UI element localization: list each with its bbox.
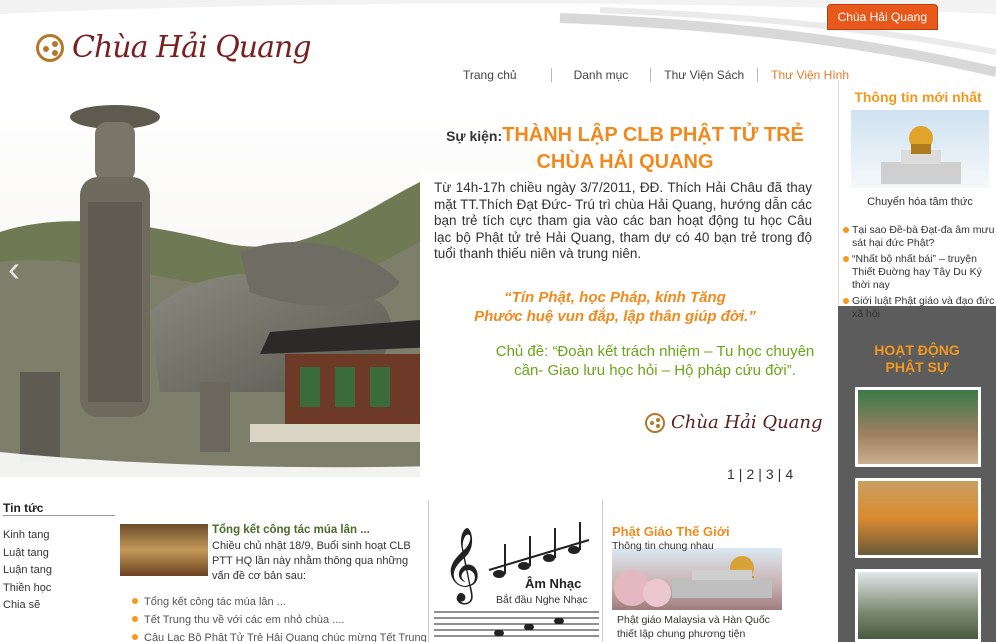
pager-item[interactable]: 2	[746, 466, 755, 482]
world-buddhism-image	[612, 548, 782, 610]
news-heading: Tin tức	[3, 501, 44, 515]
event-panel: Sự kiện:THÀNH LẬP CLB PHẬT TỬ TRẺ CHÙA H…	[425, 122, 825, 379]
main-nav: Trang chủ Danh mục Thư Viện Sách Thư Việ…	[445, 68, 862, 82]
event-title[interactable]: Sự kiện:THÀNH LẬP CLB PHẬT TỬ TRẺ CHÙA H…	[425, 122, 825, 175]
logo-icon	[36, 33, 64, 62]
featured-news-body: Chiều chủ nhật 18/9, Buổi sinh hoạt CLB …	[212, 540, 411, 582]
music-panel[interactable]: 𝄞 Âm Nhạc Bắt đầu Nghe Nhạc	[428, 500, 603, 642]
signature: Chùa Hải Quang	[645, 412, 823, 433]
latest-news-heading: Thông tin mới nhất	[854, 89, 982, 105]
nav-item-danh-muc[interactable]: Danh mục	[552, 68, 652, 82]
event-quote: “Tín Phật, học Pháp, kính Tăng Phước huệ…	[435, 288, 795, 326]
event-title-line1: THÀNH LẬP CLB PHẬT TỬ TRẺ	[502, 124, 804, 146]
world-buddhism-body: Phật giáo Malaysia và Hàn Quốc thiết lập…	[617, 614, 770, 640]
music-notes-icon: 𝄞	[434, 522, 599, 637]
event-theme: Chủ đề: “Đoàn kết trách nhiệm – Tu học c…	[495, 343, 815, 379]
category-list: Kinh tang Luật tang Luận tang Thiền học …	[3, 527, 52, 615]
pager-item[interactable]: 4	[785, 466, 794, 482]
news-sub-list: Tổng kết công tác múa lân ... Tết Trung …	[130, 593, 427, 642]
latest-news-caption[interactable]: Chuyển hóa tâm thức	[851, 196, 989, 208]
list-item[interactable]: Giới luật Phật giáo và đạo đức xã hội	[842, 295, 996, 321]
pager-item[interactable]: 1	[727, 466, 736, 482]
svg-text:𝄞: 𝄞	[443, 528, 481, 605]
slide-pager: 1 | 2 | 3 | 4	[727, 466, 795, 482]
category-item[interactable]: Kinh tang	[3, 527, 52, 545]
list-item[interactable]: Câu Lạc Bộ Phật Tử Trẻ Hải Quang chúc mừ…	[130, 629, 427, 642]
music-title: Âm Nhạc	[525, 576, 582, 591]
chevron-left-icon[interactable]: ‹	[8, 248, 20, 290]
news-divider	[3, 515, 115, 516]
activity-heading-line1: HOẠT ĐỘNG	[874, 342, 960, 358]
world-buddhism-subtitle: Thông tin chung nhau	[612, 540, 714, 552]
activity-photo[interactable]	[855, 387, 981, 467]
latest-news-panel: Thông tin mới nhất Chuyển hóa tâm thức T…	[838, 80, 996, 320]
activity-photo[interactable]	[855, 478, 981, 558]
logo-icon	[645, 412, 665, 433]
music-subtitle: Bắt đầu Nghe Nhạc	[496, 594, 588, 606]
category-item[interactable]: Thiền học	[3, 580, 52, 598]
activity-heading: HOẠT ĐỘNG PHẬT SỰ	[838, 342, 996, 376]
top-tab-chua-hai-quang[interactable]: Chùa Hải Quang	[826, 4, 938, 30]
category-item[interactable]: Luật tang	[3, 545, 52, 563]
latest-news-thumbnail[interactable]: Chuyển hóa tâm thức	[851, 110, 989, 208]
latest-news-list: Tại sao Đề-bà Đạt-đa âm mưu sát hại đức …	[842, 224, 996, 324]
pager-item[interactable]: 3	[766, 466, 775, 482]
right-sidebar: Thông tin mới nhất Chuyển hóa tâm thức T…	[838, 80, 996, 642]
world-buddhism-panel[interactable]: Phật Giáo Thế Giới Thông tin chung nhau …	[605, 500, 788, 642]
site-logo[interactable]: Chùa Hải Quang	[36, 30, 312, 65]
list-item[interactable]: “Nhất bộ nhất bái” – truyện Thiết Đuờng …	[842, 253, 996, 292]
signature-text: Chùa Hải Quang	[671, 412, 823, 433]
nav-item-trang-chu[interactable]: Trang chủ	[445, 68, 552, 82]
event-label: Sự kiện:	[446, 128, 503, 144]
featured-news-title[interactable]: Tổng kết công tác múa lân ...	[212, 524, 370, 536]
list-item[interactable]: Tại sao Đề-bà Đạt-đa âm mưu sát hại đức …	[842, 224, 996, 250]
nav-item-thu-vien-sach[interactable]: Thư Viện Sách	[651, 68, 759, 82]
activity-heading-line2: PHẬT SỰ	[885, 359, 949, 375]
category-item[interactable]: Chia sẽ	[3, 597, 52, 615]
event-title-line2: CHÙA HẢI QUANG	[536, 151, 714, 173]
event-quote-line1: “Tín Phật, học Pháp, kính Tăng	[504, 289, 726, 306]
category-item[interactable]: Luận tang	[3, 562, 52, 580]
list-item[interactable]: Tổng kết công tác múa lân ...	[130, 593, 427, 611]
event-body: Từ 14h-17h chiều ngày 3/7/2011, ĐĐ. Thíc…	[434, 180, 812, 261]
list-item[interactable]: Tết Trung thu về với các em nhỏ chùa ...…	[130, 611, 427, 629]
featured-news-image[interactable]	[120, 524, 208, 576]
activity-photo[interactable]	[855, 569, 981, 642]
logo-text: Chùa Hải Quang	[72, 30, 312, 65]
event-quote-line2: Phước huệ vun đắp, lập thân giúp đời.”	[474, 308, 756, 325]
world-buddhism-title: Phật Giáo Thế Giới	[612, 524, 730, 539]
